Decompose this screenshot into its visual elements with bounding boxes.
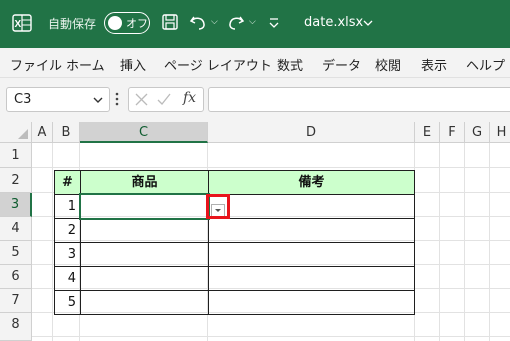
col-header-g[interactable]: G xyxy=(465,122,490,143)
table-row-number[interactable]: 5 xyxy=(54,290,81,315)
col-header-a[interactable]: A xyxy=(32,122,53,143)
autosave-toggle-state: オフ xyxy=(126,17,148,30)
col-header-h[interactable]: H xyxy=(490,122,510,143)
tab-file[interactable]: ファイル xyxy=(10,55,62,74)
cancel-icon[interactable] xyxy=(135,93,148,106)
row-header-6[interactable]: 6 xyxy=(0,265,32,289)
table-header-product[interactable]: 商品 xyxy=(80,170,209,195)
enter-check-icon[interactable] xyxy=(157,93,171,106)
toggle-knob xyxy=(108,16,122,30)
table-cell-product[interactable] xyxy=(80,242,209,267)
table-cell-notes[interactable] xyxy=(208,266,415,291)
tab-data[interactable]: データ xyxy=(322,55,361,74)
row-header-7[interactable]: 7 xyxy=(0,289,32,313)
row-header-2[interactable]: 2 xyxy=(0,168,32,193)
svg-text:X: X xyxy=(15,19,22,30)
insert-function-icon[interactable]: fx xyxy=(183,90,196,106)
save-icon[interactable] xyxy=(160,12,180,32)
tab-review[interactable]: 校閲 xyxy=(375,55,401,74)
file-name[interactable]: date.xlsx xyxy=(304,15,363,30)
name-box-value: C3 xyxy=(14,92,32,107)
autosave-label: 自動保存 xyxy=(48,17,97,31)
row-header-8[interactable]: 8 xyxy=(0,313,32,341)
col-header-d[interactable]: D xyxy=(208,122,415,143)
tab-page-layout[interactable]: ページ レイアウト xyxy=(164,55,272,74)
formula-bar: C3 fx xyxy=(0,78,510,122)
table-cell-product[interactable] xyxy=(80,218,209,243)
undo-dropdown-icon[interactable]: ⌵ xyxy=(211,17,218,27)
tab-formulas[interactable]: 数式 xyxy=(277,55,303,74)
undo-icon[interactable] xyxy=(188,12,208,32)
excel-logo-icon: X xyxy=(12,14,32,32)
table-cell-notes[interactable] xyxy=(208,194,415,219)
redo-dropdown-icon[interactable]: ⌵ xyxy=(249,17,256,27)
name-box[interactable]: C3 xyxy=(6,87,110,112)
ribbon-menu: ファイル ホーム 挿入 ページ レイアウト 数式 データ 校閲 表示 ヘルプ xyxy=(0,48,510,78)
redo-icon[interactable] xyxy=(226,12,246,32)
table-cell-notes[interactable] xyxy=(208,242,415,267)
tab-home[interactable]: ホーム xyxy=(66,55,105,74)
gridline xyxy=(32,336,510,337)
table-header-number[interactable]: # xyxy=(54,170,81,195)
table-header-notes[interactable]: 備考 xyxy=(208,170,415,195)
select-all-corner[interactable] xyxy=(0,122,32,143)
formula-input[interactable] xyxy=(208,87,510,112)
table-row-number[interactable]: 4 xyxy=(54,266,81,291)
spreadsheet-grid[interactable]: A B C D E F G H 1 2 3 4 5 6 7 8 # 商品 備考 … xyxy=(0,122,510,341)
col-header-b[interactable]: B xyxy=(53,122,80,143)
formula-buttons: fx xyxy=(128,87,204,112)
col-header-c[interactable]: C xyxy=(80,122,208,143)
more-options-icon[interactable] xyxy=(115,91,119,107)
table-cell-product[interactable] xyxy=(80,290,209,315)
row-header-5[interactable]: 5 xyxy=(0,241,32,265)
row-header-3[interactable]: 3 xyxy=(0,193,32,217)
active-cell-c3[interactable] xyxy=(79,193,210,220)
row-header-4[interactable]: 4 xyxy=(0,217,32,241)
row-header-1[interactable]: 1 xyxy=(0,143,32,168)
table-cell-notes[interactable] xyxy=(208,218,415,243)
autosave-toggle[interactable]: オフ xyxy=(104,12,150,34)
highlight-annotation xyxy=(206,194,230,219)
title-bar: X 自動保存 オフ ⌵ ⌵ date.xlsx xyxy=(0,0,510,48)
excel-window: X 自動保存 オフ ⌵ ⌵ date.xlsx ファイル ホーム 挿入 ページ … xyxy=(0,0,510,341)
select-all-triangle-icon xyxy=(18,129,28,139)
filename-chevron-down-icon[interactable] xyxy=(363,18,373,28)
tab-help[interactable]: ヘルプ xyxy=(466,55,505,74)
table-row-number[interactable]: 1 xyxy=(54,194,81,219)
chevron-down-icon[interactable] xyxy=(92,94,104,106)
table-cell-product[interactable] xyxy=(80,266,209,291)
table-cell-notes[interactable] xyxy=(208,290,415,315)
tab-view[interactable]: 表示 xyxy=(421,55,447,74)
table-row-number[interactable]: 2 xyxy=(54,218,81,243)
col-header-f[interactable]: F xyxy=(440,122,465,143)
table-row-number[interactable]: 3 xyxy=(54,242,81,267)
col-header-e[interactable]: E xyxy=(415,122,440,143)
customize-toolbar-icon[interactable] xyxy=(264,12,284,32)
gridline xyxy=(32,167,510,168)
tab-insert[interactable]: 挿入 xyxy=(120,55,146,74)
